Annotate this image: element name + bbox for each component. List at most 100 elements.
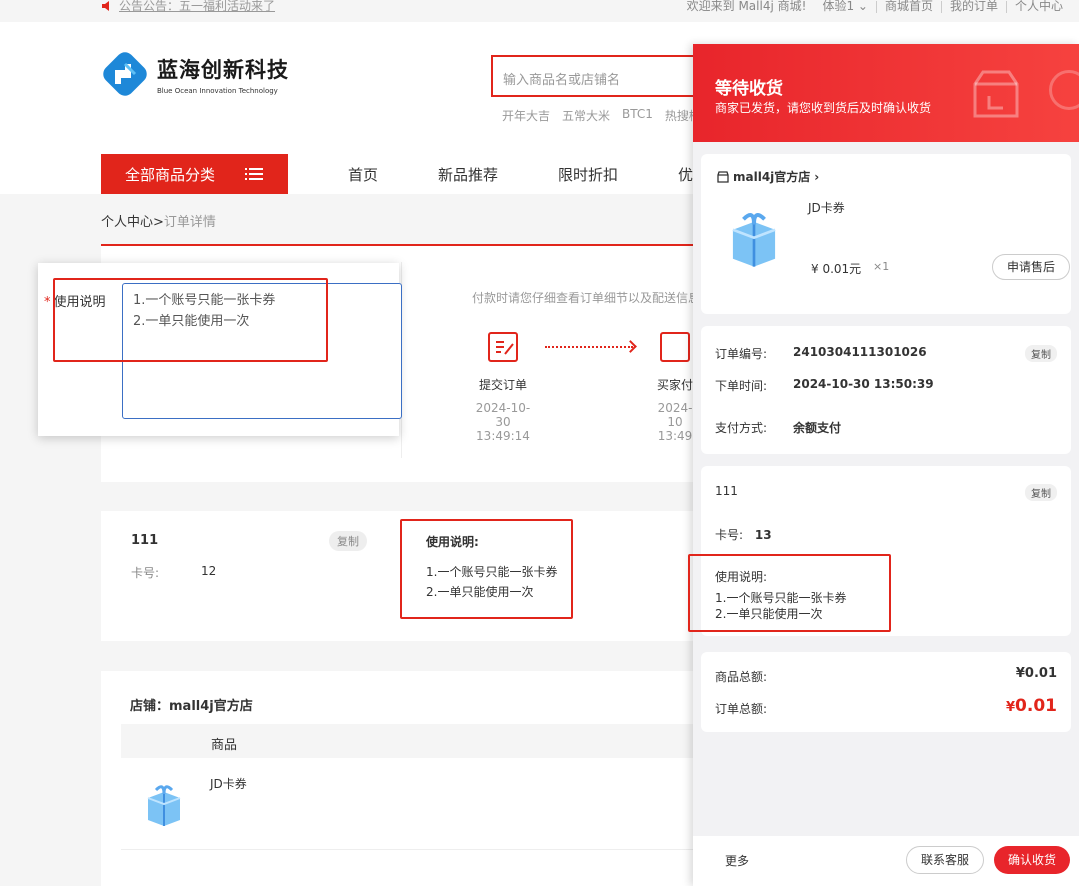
contact-service-button[interactable]: 联系客服: [906, 846, 984, 874]
after-sale-button[interactable]: 申请售后: [992, 254, 1070, 280]
breadcrumb-current: 订单详情: [163, 215, 216, 230]
pay-method-label: 支付方式:: [715, 421, 768, 435]
usage-line: 2.一单只能使用一次: [715, 607, 823, 621]
confirm-receipt-button[interactable]: 确认收货: [994, 846, 1070, 874]
step-arrow: [545, 346, 633, 348]
goods-total-value: ¥0.01: [1015, 666, 1057, 681]
pay-method-value: 余额支付: [793, 421, 842, 435]
table-header: 商品: [121, 724, 701, 758]
order-total-value: ¥0.01: [1006, 696, 1057, 716]
hotword[interactable]: BTC1: [622, 107, 653, 124]
hotword[interactable]: 开年大吉: [502, 107, 550, 124]
usage-label: * 使用说明: [44, 291, 106, 310]
breadcrumb-home[interactable]: 个人中心: [101, 215, 153, 230]
user-name[interactable]: 体验1: [822, 0, 854, 13]
usage-title: 使用说明:: [426, 535, 479, 549]
step-submit: 提交订单 2024-10-30 13:49:14: [470, 332, 536, 443]
order-detail-drawer: 等待收货 商家已发货，请您收到货后及时确认收货 mall4j官方店 › JD卡券…: [693, 44, 1079, 886]
totals-box: 商品总额: ¥0.01 订单总额: ¥0.01: [701, 652, 1071, 732]
user-menu[interactable]: 体验1 ⌄: [814, 0, 876, 14]
col-product: 商品: [211, 738, 238, 753]
copy-button[interactable]: 复制: [1025, 484, 1057, 501]
announcement[interactable]: 公告公告：五一福利活动来了: [101, 0, 275, 14]
top-bar: 公告公告：五一福利活动来了 欢迎来到 Mall4j 商城! 体验1 ⌄ 商城首页…: [0, 0, 1079, 22]
nav-more[interactable]: 优: [678, 164, 693, 185]
order-no-value: 2410304111301026: [793, 345, 927, 359]
breadcrumb-separator: >: [153, 215, 164, 230]
search-input[interactable]: 输入商品名或店铺名: [491, 55, 721, 97]
welcome-text: 欢迎来到 Mall4j 商城!: [686, 0, 807, 13]
logo-subtitle: Blue Ocean Innovation Technology: [157, 86, 278, 95]
drawer-footer: 更多 联系客服 确认收货: [693, 836, 1079, 886]
product-box: mall4j官方店 › JD卡券 ¥ 0.01元 ×1 申请售后: [701, 154, 1071, 314]
more-button[interactable]: 更多: [725, 852, 749, 869]
shop-name[interactable]: mall4j官方店: [733, 168, 810, 185]
nav-discount[interactable]: 限时折扣: [558, 164, 618, 185]
announcement-text[interactable]: 公告公告：五一福利活动来了: [119, 0, 275, 14]
nav-home[interactable]: 首页: [348, 164, 378, 185]
decorative-circle: [1049, 70, 1079, 110]
progress-tip: 付款时请您仔细查看订单细节以及配送信息: [472, 291, 701, 305]
hot-words: 开年大吉 五常大米 BTC1 热搜榜: [502, 107, 701, 124]
usage-edit-popup: * 使用说明: [38, 263, 402, 436]
gift-icon: [147, 785, 181, 826]
step-time: 13:49:14: [476, 429, 530, 443]
status-title: 等待收货: [715, 79, 783, 99]
divider: [121, 849, 701, 850]
product-name[interactable]: JD卡券: [808, 199, 845, 216]
order-info-box: 订单编号: 2410304111301026 复制 下单时间: 2024-10-…: [701, 326, 1071, 454]
all-categories-label: 全部商品分类: [125, 165, 216, 184]
card-name: 111: [715, 484, 738, 498]
usage-line: 1.一个账号只能一张卡券: [426, 565, 558, 579]
currency-symbol: ¥: [1006, 700, 1016, 715]
card-name: 111: [131, 533, 159, 548]
card-no-value: 13: [754, 528, 772, 542]
status-header: 等待收货 商家已发货，请您收到货后及时确认收货: [693, 44, 1079, 142]
order-time-label: 下单时间:: [715, 379, 768, 393]
logo-mark-icon: [103, 52, 147, 96]
all-categories-button[interactable]: 全部商品分类: [101, 154, 288, 194]
nav-new[interactable]: 新品推荐: [438, 164, 498, 185]
edit-icon: [488, 332, 518, 362]
status-desc: 商家已发货，请您收到货后及时确认收货: [715, 101, 932, 115]
link-user-center[interactable]: 个人中心: [1007, 0, 1071, 14]
step-date: 2024-10-30: [475, 401, 531, 429]
search-placeholder: 输入商品名或店铺名: [503, 73, 621, 88]
speaker-icon: [102, 0, 109, 11]
order-total-amount: 0.01: [1015, 696, 1057, 716]
list-icon: [245, 168, 264, 180]
product-price: ¥ 0.01元: [811, 262, 862, 276]
step-name: 提交订单: [478, 378, 527, 392]
order-no-label: 订单编号:: [715, 347, 768, 361]
logo-title: 蓝海创新科技: [157, 57, 289, 82]
link-my-orders[interactable]: 我的订单: [942, 0, 1006, 14]
chevron-right-icon: ›: [814, 169, 820, 184]
copy-button[interactable]: 复制: [1025, 345, 1057, 362]
usage-title: 使用说明:: [715, 570, 768, 584]
gift-icon: [732, 213, 776, 267]
package-icon: [973, 70, 1019, 118]
link-mall-home[interactable]: 商城首页: [877, 0, 941, 14]
logo[interactable]: 蓝海创新科技 Blue Ocean Innovation Technology: [101, 50, 289, 98]
shop-name[interactable]: 店铺：mall4j官方店: [130, 695, 253, 714]
card-no-label: 卡号:: [715, 528, 744, 542]
required-mark: *: [44, 295, 51, 310]
hotword[interactable]: 五常大米: [562, 107, 610, 124]
product-name[interactable]: JD卡券: [210, 775, 247, 792]
card-no-value: 12: [201, 564, 217, 578]
usage-textarea[interactable]: [122, 283, 402, 419]
usage-label-text: 使用说明: [53, 295, 106, 310]
goods-total-label: 商品总额:: [715, 670, 768, 684]
card-info-section: 111 复制 卡号: 12 使用说明: 1.一个账号只能一张卡券 2.一单只能使…: [101, 511, 701, 641]
store-icon: [717, 170, 729, 183]
product-qty: ×1: [873, 260, 890, 273]
card-no: 卡号: 13: [715, 526, 772, 543]
breadcrumb: 个人中心>订单详情: [101, 211, 216, 230]
card-no-label: 卡号:: [131, 566, 160, 580]
copy-button[interactable]: 复制: [329, 531, 367, 551]
card-icon: [660, 332, 690, 362]
order-time-value: 2024-10-30 13:50:39: [793, 377, 934, 391]
usage-line: 2.一单只能使用一次: [426, 585, 534, 599]
usage-line: 1.一个账号只能一张卡券: [715, 591, 847, 605]
shop-link[interactable]: mall4j官方店 ›: [717, 168, 819, 185]
